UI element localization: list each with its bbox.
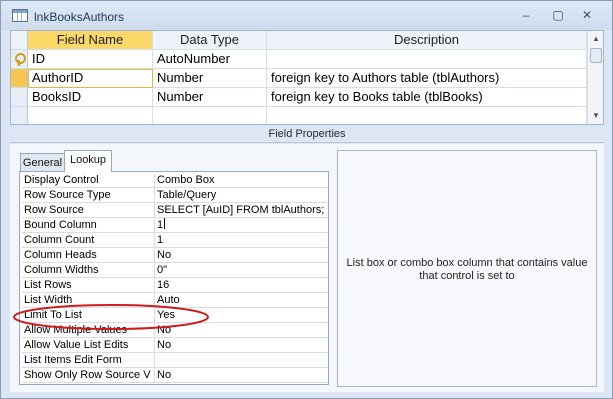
vertical-scrollbar[interactable]: ▲ ▼	[587, 31, 603, 124]
field-name-cell[interactable]: BooksID	[28, 88, 153, 107]
property-row[interactable]: Show Only Row Source V No	[22, 368, 328, 383]
property-value[interactable]: 16	[157, 278, 325, 292]
property-value[interactable]: Auto	[157, 293, 325, 307]
property-row[interactable]: Column Count 1	[22, 233, 328, 248]
property-value-text: 1	[157, 219, 164, 231]
field-name-cell[interactable]	[28, 107, 153, 124]
field-row-new[interactable]	[11, 107, 587, 124]
description-cell[interactable]	[267, 50, 587, 69]
property-value-editing[interactable]: 1	[157, 218, 325, 232]
field-properties-title: Field Properties	[10, 126, 604, 143]
tab-general[interactable]: General	[20, 153, 65, 173]
property-label: Display Control	[22, 173, 155, 187]
property-value[interactable]: SELECT [AuID] FROM tblAuthors;	[157, 203, 325, 217]
property-value[interactable]: No	[157, 338, 325, 352]
property-label: Row Source	[22, 203, 155, 217]
field-name-header[interactable]: Field Name	[28, 31, 153, 50]
property-row[interactable]: List Width Auto	[22, 293, 328, 308]
property-label: Limit To List	[22, 308, 155, 322]
tab-lookup[interactable]: Lookup	[64, 150, 112, 172]
property-value[interactable]: Yes	[157, 308, 325, 322]
property-label: Column Heads	[22, 248, 155, 262]
description-cell[interactable]: foreign key to Books table (tblBooks)	[267, 88, 587, 107]
property-label: List Width	[22, 293, 155, 307]
property-label: Column Count	[22, 233, 155, 247]
row-selector[interactable]	[11, 88, 28, 107]
header-selector	[11, 31, 28, 50]
lookup-property-sheet: Display Control Combo Box Row Source Type…	[19, 171, 329, 385]
field-design-grid: Field Name Data Type Description ID Auto…	[10, 30, 604, 125]
property-label: Row Source Type	[22, 188, 155, 202]
data-type-header[interactable]: Data Type	[153, 31, 267, 50]
minimize-button[interactable]: ‒	[515, 7, 537, 23]
property-list: Display Control Combo Box Row Source Type…	[22, 173, 328, 383]
table-icon	[12, 9, 28, 22]
property-row[interactable]: Row Source Type Table/Query	[22, 188, 328, 203]
description-header[interactable]: Description	[267, 31, 587, 50]
scroll-down-arrow-icon[interactable]: ▼	[588, 108, 603, 124]
property-row[interactable]: Column Heads No	[22, 248, 328, 263]
property-label: List Rows	[22, 278, 155, 292]
row-selector[interactable]	[11, 69, 28, 88]
property-value[interactable]: Combo Box	[157, 173, 325, 187]
property-label: Bound Column	[22, 218, 155, 232]
property-label: Allow Multiple Values	[22, 323, 155, 337]
property-label: List Items Edit Form	[22, 353, 155, 367]
property-label: Show Only Row Source V	[22, 368, 155, 382]
property-value[interactable]: No	[157, 323, 325, 337]
property-row[interactable]: Allow Multiple Values No	[22, 323, 328, 338]
data-type-cell[interactable]: Number	[153, 88, 267, 107]
field-name-cell[interactable]: ID	[28, 50, 153, 69]
field-properties-area: General Lookup Display Control Combo Box …	[10, 144, 604, 392]
data-type-cell[interactable]: AutoNumber	[153, 50, 267, 69]
primary-key-icon	[14, 53, 26, 66]
property-row[interactable]: Column Widths 0"	[22, 263, 328, 278]
property-value[interactable]: Table/Query	[157, 188, 325, 202]
description-cell[interactable]	[267, 107, 587, 124]
title-bar[interactable]: lnkBooksAuthors ‒ ▢ ✕	[1, 1, 612, 30]
property-label: Column Widths	[22, 263, 155, 277]
property-value[interactable]: No	[157, 248, 325, 262]
text-cursor	[164, 218, 166, 229]
property-row[interactable]: Allow Value List Edits No	[22, 338, 328, 353]
window-title: lnkBooksAuthors	[34, 10, 125, 24]
scroll-thumb[interactable]	[590, 48, 602, 63]
data-type-cell[interactable]	[153, 107, 267, 124]
grid-header-row: Field Name Data Type Description	[11, 31, 587, 50]
data-type-cell[interactable]: Number	[153, 69, 267, 88]
property-row[interactable]: List Items Edit Form	[22, 353, 328, 368]
property-value[interactable]: 0"	[157, 263, 325, 277]
property-row[interactable]: List Rows 16	[22, 278, 328, 293]
field-row[interactable]: BooksID Number foreign key to Books tabl…	[11, 88, 587, 107]
row-selector[interactable]	[11, 50, 28, 69]
property-row[interactable]: Bound Column 1	[22, 218, 328, 233]
property-help-panel: List box or combo box column that contai…	[337, 150, 597, 387]
property-help-text: List box or combo box column that contai…	[346, 257, 588, 282]
field-name-cell[interactable]: AuthorID	[28, 69, 153, 88]
row-selector[interactable]	[11, 107, 28, 124]
maximize-button[interactable]: ▢	[547, 7, 569, 23]
property-value[interactable]: 1	[157, 233, 325, 247]
property-value[interactable]	[157, 353, 325, 367]
property-row-highlighted[interactable]: Limit To List Yes	[22, 308, 328, 323]
close-button[interactable]: ✕	[576, 7, 598, 23]
property-row[interactable]: Row Source SELECT [AuID] FROM tblAuthors;	[22, 203, 328, 218]
table-design-window: lnkBooksAuthors ‒ ▢ ✕ Field Name Data Ty…	[0, 0, 613, 399]
scroll-up-arrow-icon[interactable]: ▲	[588, 31, 603, 47]
field-row-selected[interactable]: AuthorID Number foreign key to Authors t…	[11, 69, 587, 88]
property-label: Allow Value List Edits	[22, 338, 155, 352]
description-cell[interactable]: foreign key to Authors table (tblAuthors…	[267, 69, 587, 88]
property-value[interactable]: No	[157, 368, 325, 382]
property-row[interactable]: Display Control Combo Box	[22, 173, 328, 188]
field-row[interactable]: ID AutoNumber	[11, 50, 587, 69]
